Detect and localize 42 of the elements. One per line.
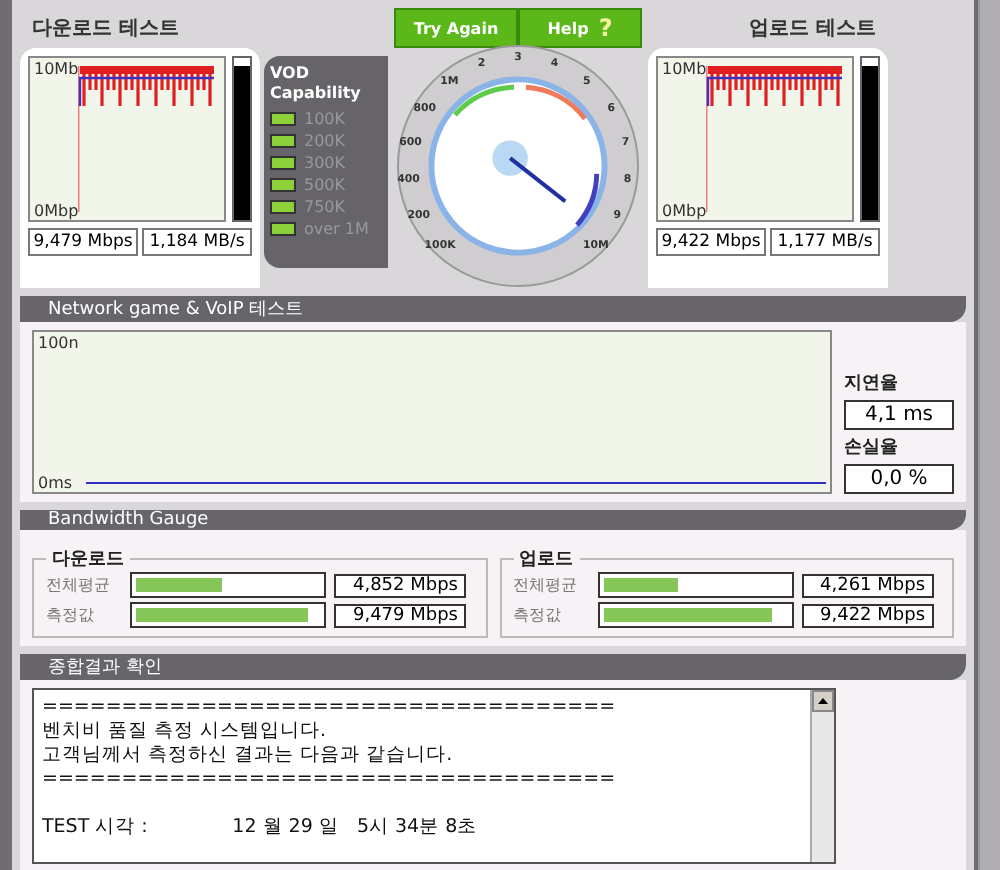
axis-label: 0ms bbox=[38, 474, 73, 492]
group-title: 다운로드 bbox=[50, 548, 126, 572]
group-title: 업로드 bbox=[517, 548, 576, 572]
axis-label: 0Mbp bbox=[662, 202, 707, 220]
speed-readout: 9,422 Mbps bbox=[656, 228, 766, 256]
result-line: TEST 시각 : 12 월 29 일 5시 34분 8초 bbox=[42, 816, 480, 840]
loss-label: 손실율 bbox=[844, 436, 900, 460]
result-line: 벤치비 품질 측정 시스템입니다. bbox=[42, 720, 329, 744]
gauge-label: 측정값 bbox=[46, 604, 96, 626]
bandwidth-value: 4,852 Mbps bbox=[334, 573, 466, 597]
gauge-label: 측정값 bbox=[513, 604, 564, 626]
try-again-button[interactable]: Try Again bbox=[394, 8, 518, 48]
rate-readout: 1,177 MB/s bbox=[770, 228, 880, 256]
result-line: ==================================== bbox=[42, 768, 618, 792]
axis-label: 10Mb bbox=[662, 60, 707, 78]
panel-title: 업로드 테스트 bbox=[749, 16, 876, 42]
scroll-up-button[interactable] bbox=[812, 690, 834, 712]
bandwidth-value: 9,479 Mbps bbox=[334, 603, 466, 627]
panel-title: 다운로드 테스트 bbox=[32, 16, 179, 42]
section-header: Network game & VoIP 테스트 bbox=[20, 296, 967, 322]
loss-value: 0,0 % bbox=[844, 464, 955, 494]
result-line: 고객님께서 측정하신 결과는 다음과 같습니다. bbox=[42, 744, 455, 768]
latency-label: 지연율 bbox=[844, 372, 900, 396]
latency-value: 4,1 ms bbox=[844, 400, 955, 430]
vod-title: VOD Capability bbox=[270, 64, 363, 103]
result-text-area[interactable]: ==================================== 벤치비 품질 측정 시스템입니다. 고객님께서 측정하신 결과는 다음과 같습니다. ==================================== TEST 시각 : 12 월 29 일 5시 34분 8초 bbox=[32, 688, 836, 864]
page-scrollbar[interactable] bbox=[978, 0, 1000, 870]
section-header: Bandwidth Gauge bbox=[20, 510, 967, 530]
section-header: 종합결과 확인 bbox=[20, 654, 967, 680]
bandwidth-value: 9,422 Mbps bbox=[801, 603, 934, 627]
axis-label: 100n bbox=[38, 334, 79, 352]
bandwidth-value: 4,261 Mbps bbox=[801, 573, 934, 597]
speed-readout: 9,479 Mbps bbox=[28, 228, 138, 256]
rate-readout: 1,184 MB/s bbox=[142, 228, 252, 256]
result-line: ==================================== bbox=[42, 696, 618, 720]
up-arrow-icon bbox=[818, 698, 828, 704]
help-button[interactable]: Help ? bbox=[518, 8, 642, 48]
axis-label: 0Mbp bbox=[34, 202, 79, 220]
gauge-label: 전체평균 bbox=[513, 574, 580, 596]
help-icon: ? bbox=[598, 14, 613, 42]
gauge-label: 전체평균 bbox=[46, 574, 112, 596]
axis-label: 10Mb bbox=[34, 60, 79, 78]
